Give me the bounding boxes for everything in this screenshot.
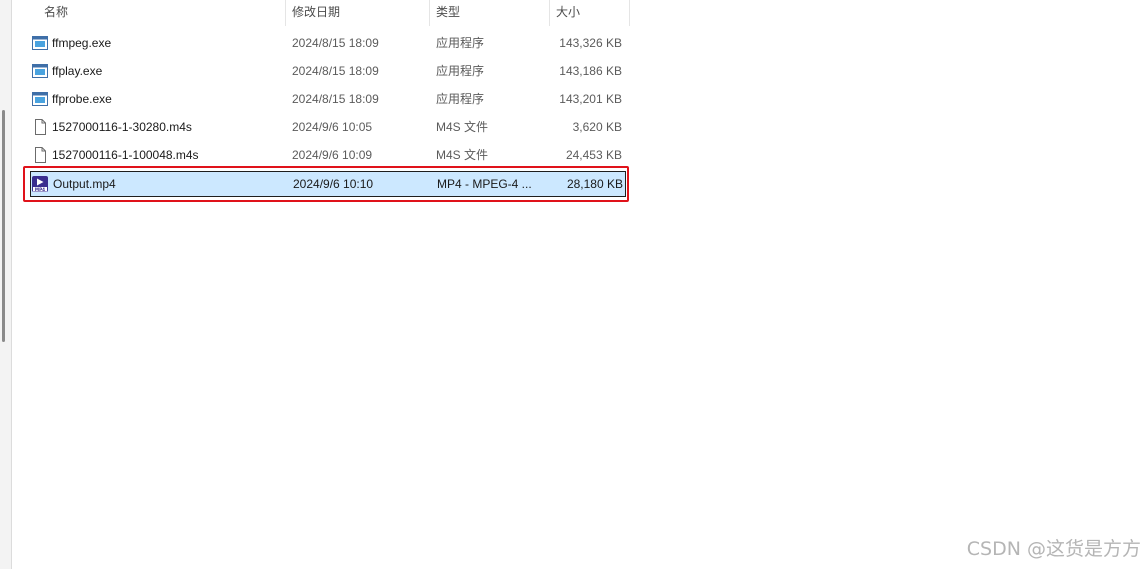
file-type: M4S 文件 [436,148,489,162]
file-size: 28,180 KB [566,177,623,191]
file-name: ffmpeg.exe [52,36,112,50]
file-name: 1527000116-1-100048.m4s [52,148,199,162]
file-type: MP4 - MPEG-4 ... [437,177,532,191]
column-header-date-label: 修改日期 [292,5,341,19]
file-row-ffprobe[interactable]: ffprobe.exe 2024/8/15 18:09 应用程序 143,201… [30,86,626,112]
scrollbar-thumb[interactable] [2,110,5,342]
file-size: 24,453 KB [565,148,622,162]
file-icon [35,119,46,135]
column-header: 名称 ^ 修改日期 类型 大小 [24,0,630,26]
file-size: 143,326 KB [559,36,622,50]
watermark: CSDN @这货是方方 [966,538,1141,560]
column-header-name[interactable]: 名称 [38,0,286,26]
mp4-video-icon: MP4 [32,176,48,192]
svg-text:MP4: MP4 [35,187,45,192]
file-name: ffprobe.exe [52,92,112,106]
exe-icon [32,92,48,106]
file-size: 143,201 KB [559,92,622,106]
sort-ascending-icon: ^ [157,0,162,4]
file-date: 2024/8/15 18:09 [292,36,379,50]
file-type: 应用程序 [436,92,485,106]
file-name: 1527000116-1-30280.m4s [52,120,192,134]
exe-icon [32,64,48,78]
file-date: 2024/8/15 18:09 [292,92,379,106]
exe-icon [32,36,48,50]
file-name: Output.mp4 [53,177,116,191]
column-header-date[interactable]: 修改日期 [286,0,430,26]
file-date: 2024/9/6 10:09 [292,148,373,162]
file-type: 应用程序 [436,64,485,78]
file-date: 2024/9/6 10:10 [293,177,374,191]
file-type: M4S 文件 [436,120,489,134]
file-date: 2024/9/6 10:05 [292,120,373,134]
column-header-name-label: 名称 [44,5,69,19]
file-row-ffplay[interactable]: ffplay.exe 2024/8/15 18:09 应用程序 143,186 … [30,58,626,84]
file-size: 143,186 KB [559,64,622,78]
column-header-type[interactable]: 类型 [430,0,550,26]
file-row-ffmpeg[interactable]: ffmpeg.exe 2024/8/15 18:09 应用程序 143,326 … [30,30,626,56]
file-icon [35,147,46,163]
left-pane-edge [0,0,12,569]
file-row-output-mp4[interactable]: MP4 Output.mp4 2024/9/6 10:10 MP4 - MPEG… [30,171,626,197]
file-size: 3,620 KB [572,120,622,134]
file-row-m4s-audio[interactable]: 1527000116-1-30280.m4s 2024/9/6 10:05 M4… [30,114,626,140]
column-header-type-label: 类型 [436,5,461,19]
column-header-size[interactable]: 大小 [550,0,630,26]
file-name: ffplay.exe [52,64,103,78]
file-date: 2024/8/15 18:09 [292,64,379,78]
file-type: 应用程序 [436,36,485,50]
column-header-size-label: 大小 [556,5,581,19]
file-row-m4s-video[interactable]: 1527000116-1-100048.m4s 2024/9/6 10:09 M… [30,142,626,168]
